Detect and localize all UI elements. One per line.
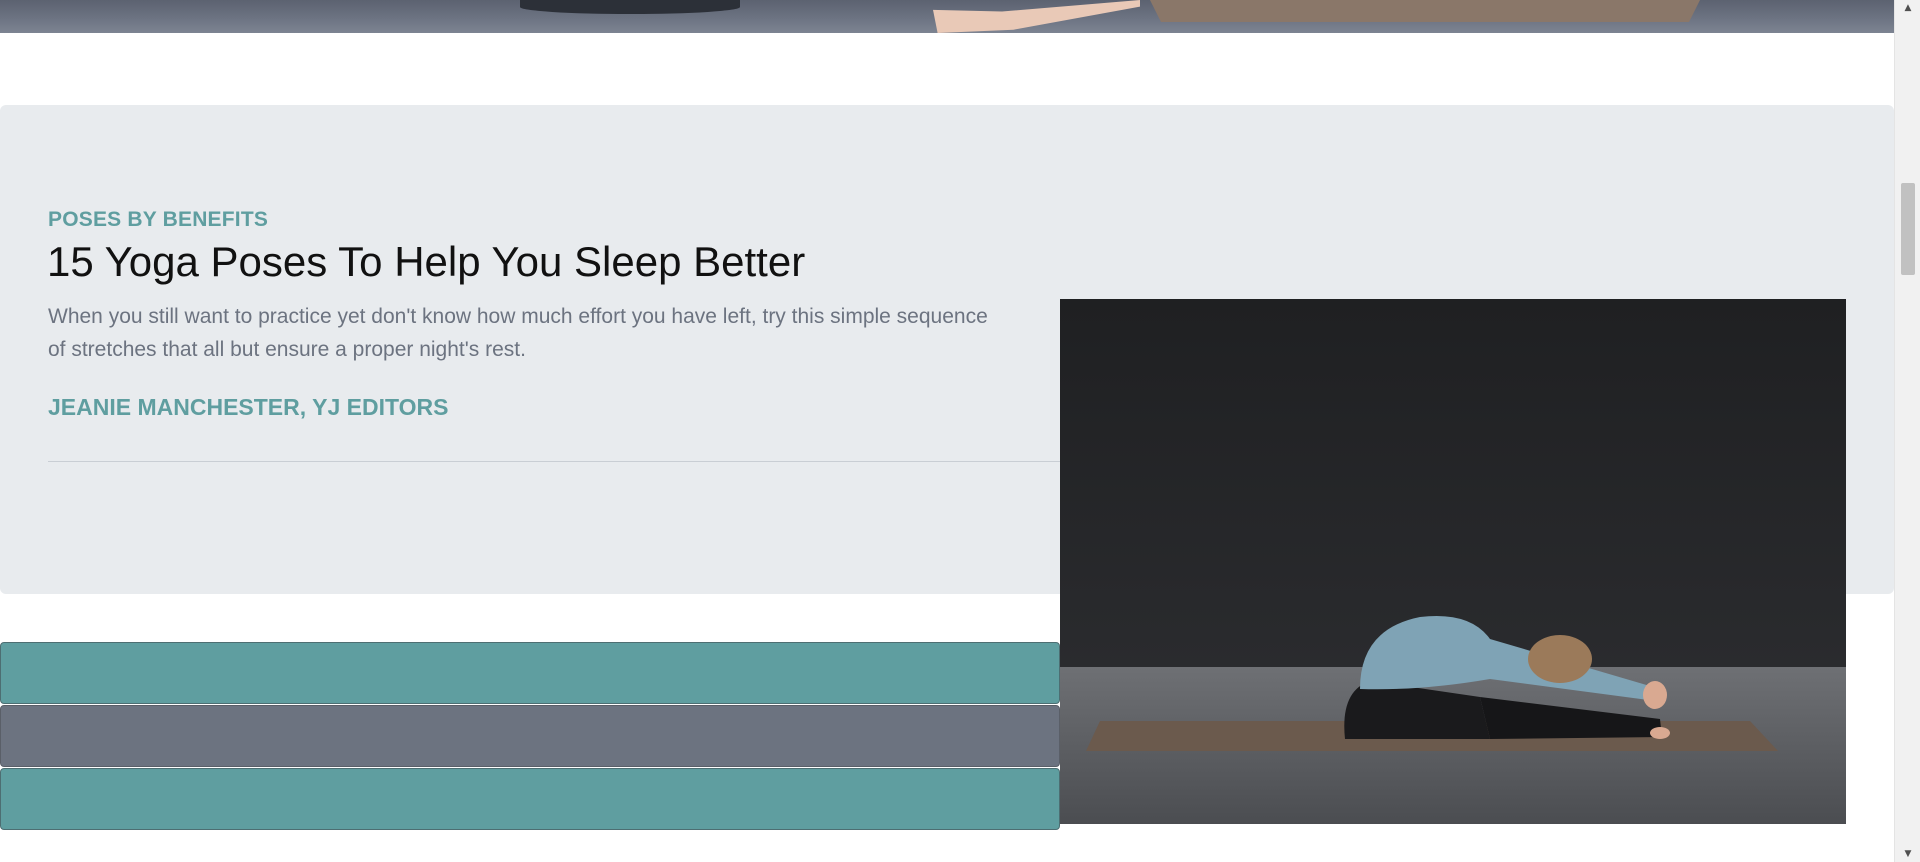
article-author-link[interactable]: JEANIE MANCHESTER, YJ EDITORS bbox=[48, 394, 448, 421]
scroll-down-arrow-icon[interactable]: ▼ bbox=[1895, 846, 1920, 862]
accordion-bar-3[interactable] bbox=[0, 768, 1060, 830]
article-category-link[interactable]: POSES BY BENEFITS bbox=[48, 208, 268, 232]
scroll-up-arrow-icon[interactable]: ▲ bbox=[1895, 0, 1920, 16]
card-divider bbox=[48, 461, 1060, 462]
article-photo[interactable] bbox=[1060, 299, 1846, 824]
hero-image-bottom-edge bbox=[0, 0, 1894, 33]
page-scrollbar[interactable]: ▲ ▼ bbox=[1894, 0, 1920, 862]
accordion-bar-1[interactable] bbox=[0, 642, 1060, 704]
hero-yoga-mat bbox=[1150, 0, 1700, 22]
accordion-bar-2[interactable] bbox=[0, 705, 1060, 767]
article-title[interactable]: 15 Yoga Poses To Help You Sleep Better bbox=[47, 238, 805, 286]
hero-hand bbox=[933, 0, 1140, 33]
hero-shadow bbox=[520, 0, 740, 14]
scroll-thumb[interactable] bbox=[1901, 183, 1915, 275]
article-description: When you still want to practice yet don'… bbox=[48, 305, 988, 361]
